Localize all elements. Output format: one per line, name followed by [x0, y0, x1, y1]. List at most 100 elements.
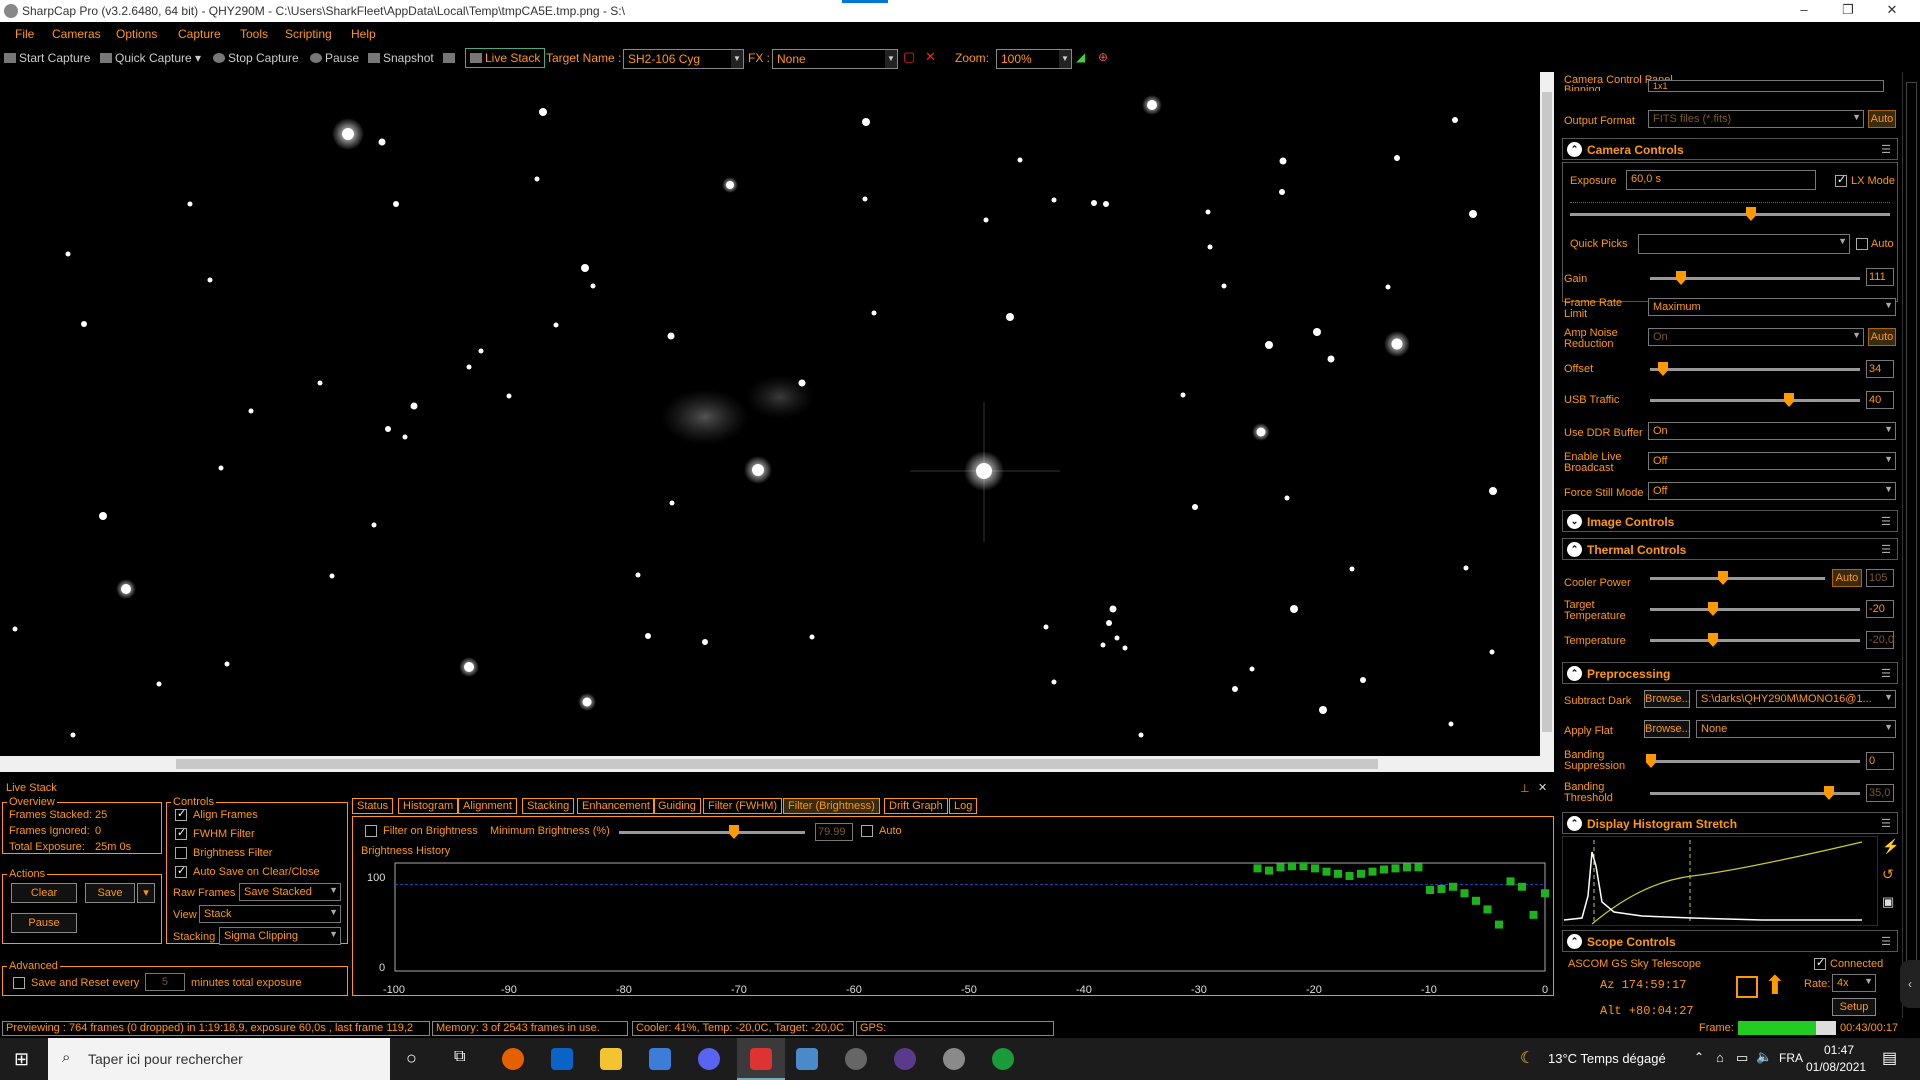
panel-scrollbar[interactable]	[1902, 72, 1920, 1018]
file-explorer-icon[interactable]	[600, 1048, 622, 1070]
view-select[interactable]: Stack ▼	[199, 905, 341, 923]
tab-enhancement[interactable]: Enhancement	[577, 798, 655, 814]
banding-suppression-slider[interactable]	[1646, 754, 1860, 768]
banding-threshold-slider[interactable]	[1650, 786, 1860, 800]
menu-scripting[interactable]: Scripting	[285, 27, 332, 41]
moon-weather-icon[interactable]: ☾	[1520, 1048, 1534, 1068]
pause-stack-button[interactable]: Pause	[11, 913, 77, 933]
cooler-auto-button[interactable]: Auto	[1832, 569, 1862, 587]
task-view-icon[interactable]: ⧉	[454, 1048, 465, 1066]
offset-value[interactable]: 34	[1866, 360, 1894, 378]
scroll-thumb[interactable]	[1542, 92, 1552, 732]
image-controls-header[interactable]: ⌄ Image Controls ☰	[1562, 510, 1898, 532]
panel-collapse-icon[interactable]: ‹	[1900, 960, 1920, 1008]
menu-cameras[interactable]: Cameras	[52, 27, 101, 41]
slider-thumb[interactable]	[1824, 786, 1834, 800]
gain-slider[interactable]	[1650, 271, 1860, 285]
tab-stacking[interactable]: Stacking	[522, 798, 575, 814]
volume-icon[interactable]: 🔈	[1756, 1049, 1772, 1065]
mail-icon[interactable]	[551, 1048, 573, 1070]
target-temp-slider[interactable]	[1650, 602, 1860, 616]
frame-rate-select[interactable]: Maximum ▼	[1648, 298, 1896, 316]
photos-icon[interactable]	[649, 1048, 671, 1070]
target-temp-value[interactable]: -20	[1866, 600, 1894, 618]
language-indicator[interactable]: FRA	[1779, 1051, 1803, 1065]
pause-button[interactable]: Pause	[310, 51, 359, 65]
reticle-icon[interactable]: ✕	[925, 49, 936, 65]
cooler-power-slider[interactable]	[1650, 571, 1825, 585]
menu-tools[interactable]: Tools	[240, 27, 268, 41]
start-capture-button[interactable]: Start Capture	[4, 51, 90, 65]
histogram-stretch-graph[interactable]	[1562, 836, 1878, 926]
vertical-scrollbar[interactable]	[1540, 72, 1554, 756]
stellarium-icon[interactable]	[894, 1048, 916, 1070]
image-viewport[interactable]	[0, 72, 1540, 756]
tab-status[interactable]: Status	[352, 798, 394, 814]
tab-alignment[interactable]: Alignment	[458, 798, 517, 814]
usb-traffic-slider[interactable]	[1650, 393, 1860, 407]
menu-icon[interactable]: ☰	[1881, 667, 1891, 680]
horizontal-scrollbar[interactable]	[0, 756, 1554, 772]
pin-icon[interactable]: ⊥	[1520, 782, 1530, 795]
menu-capture[interactable]: Capture	[178, 27, 221, 41]
fwhm-filter-checkbox[interactable]	[175, 826, 187, 840]
clock-time[interactable]: 01:47	[1824, 1043, 1854, 1057]
sharpcap-taskbar-button[interactable]	[737, 1038, 785, 1080]
collapse-icon[interactable]: ⌃	[1567, 934, 1582, 949]
chevron-down-icon[interactable]: ▼	[1059, 50, 1071, 68]
camera-controls-header[interactable]: ⌃ Camera Controls ☰	[1562, 138, 1898, 160]
firefox-icon[interactable]	[502, 1048, 524, 1070]
quick-picks-select[interactable]: ▼	[1638, 234, 1850, 254]
windows-start-icon[interactable]: ⊞	[14, 1049, 29, 1070]
slider-thumb[interactable]	[1784, 393, 1794, 407]
menu-icon[interactable]: ☰	[1881, 543, 1891, 556]
brightness-auto-checbox[interactable]	[861, 825, 873, 837]
zoom-select[interactable]: 100% ▼	[996, 49, 1072, 69]
cortana-icon[interactable]: ○	[406, 1048, 417, 1069]
network-icon[interactable]: ⌂	[1716, 1050, 1724, 1065]
phd2-icon[interactable]	[992, 1048, 1014, 1070]
usb-traffic-value[interactable]: 40	[1866, 391, 1894, 409]
lx-mode-checkbox[interactable]	[1835, 173, 1847, 187]
menu-icon[interactable]: ☰	[1881, 143, 1891, 156]
live-broadcast-select[interactable]: Off ▼	[1648, 452, 1896, 470]
preprocessing-header[interactable]: ⌃ Preprocessing ☰	[1562, 662, 1898, 684]
save-icon[interactable]: ▣	[1882, 894, 1894, 910]
save-reset-interval-input[interactable]: 5	[145, 973, 185, 991]
menu-file[interactable]: File	[15, 27, 34, 41]
discord-icon[interactable]	[698, 1048, 720, 1070]
restore-icon[interactable]: ❐	[1838, 2, 1858, 18]
save-button[interactable]: Save	[85, 883, 135, 903]
connected-checkbox[interactable]	[1814, 956, 1826, 970]
amp-noise-select[interactable]: On ▼	[1648, 328, 1864, 346]
histogram-icon[interactable]: ◢	[1076, 50, 1085, 64]
thermal-controls-header[interactable]: ⌃ Thermal Controls ☰	[1562, 538, 1898, 560]
reset-icon[interactable]: ↺	[1882, 866, 1894, 883]
tab-histogram[interactable]: Histogram	[398, 798, 459, 814]
chevron-down-icon[interactable]: ▼	[885, 50, 897, 68]
search-box[interactable]: ⌕ Taper ici pour rechercher	[48, 1038, 390, 1080]
offset-slider[interactable]	[1650, 362, 1860, 376]
auto-save-checkbox[interactable]	[175, 864, 187, 878]
slider-thumb[interactable]	[729, 825, 739, 839]
slider-thumb[interactable]	[1658, 362, 1668, 376]
force-still-select[interactable]: Off ▼	[1648, 482, 1896, 500]
slider-thumb[interactable]	[1646, 754, 1656, 768]
menu-options[interactable]: Options	[116, 27, 157, 41]
tab-drift-graph[interactable]: Drift Graph	[884, 798, 948, 814]
clock-date[interactable]: 01/08/2021	[1806, 1060, 1866, 1074]
banding-suppression-value[interactable]: 0	[1866, 752, 1894, 770]
histogram-stretch-header[interactable]: ⌃ Display Histogram Stretch ☰	[1562, 812, 1898, 834]
filter-on-brightness-checkbox[interactable]	[365, 825, 377, 837]
target-name-input[interactable]: SH2-106 Cyg ▼	[623, 49, 744, 69]
weather-text[interactable]: 13°C Temps dégagé	[1548, 1051, 1666, 1066]
raw-frames-select[interactable]: Save Stacked ▼	[239, 883, 341, 901]
collapse-icon[interactable]: ⌃	[1567, 666, 1582, 681]
subtract-dark-select[interactable]: S:\darks\QHY290M\MONO16@1... ▼	[1696, 690, 1896, 708]
banding-threshold-value[interactable]: 35,0	[1866, 784, 1894, 802]
slider-thumb[interactable]	[1708, 602, 1718, 616]
subtract-dark-browse-button[interactable]: Browse...	[1644, 690, 1691, 708]
output-auto-button[interactable]: Auto	[1868, 110, 1896, 128]
save-options-chevron-icon[interactable]: ▾	[137, 883, 155, 903]
focus-assist-icon[interactable]: ⊕	[1098, 50, 1108, 64]
